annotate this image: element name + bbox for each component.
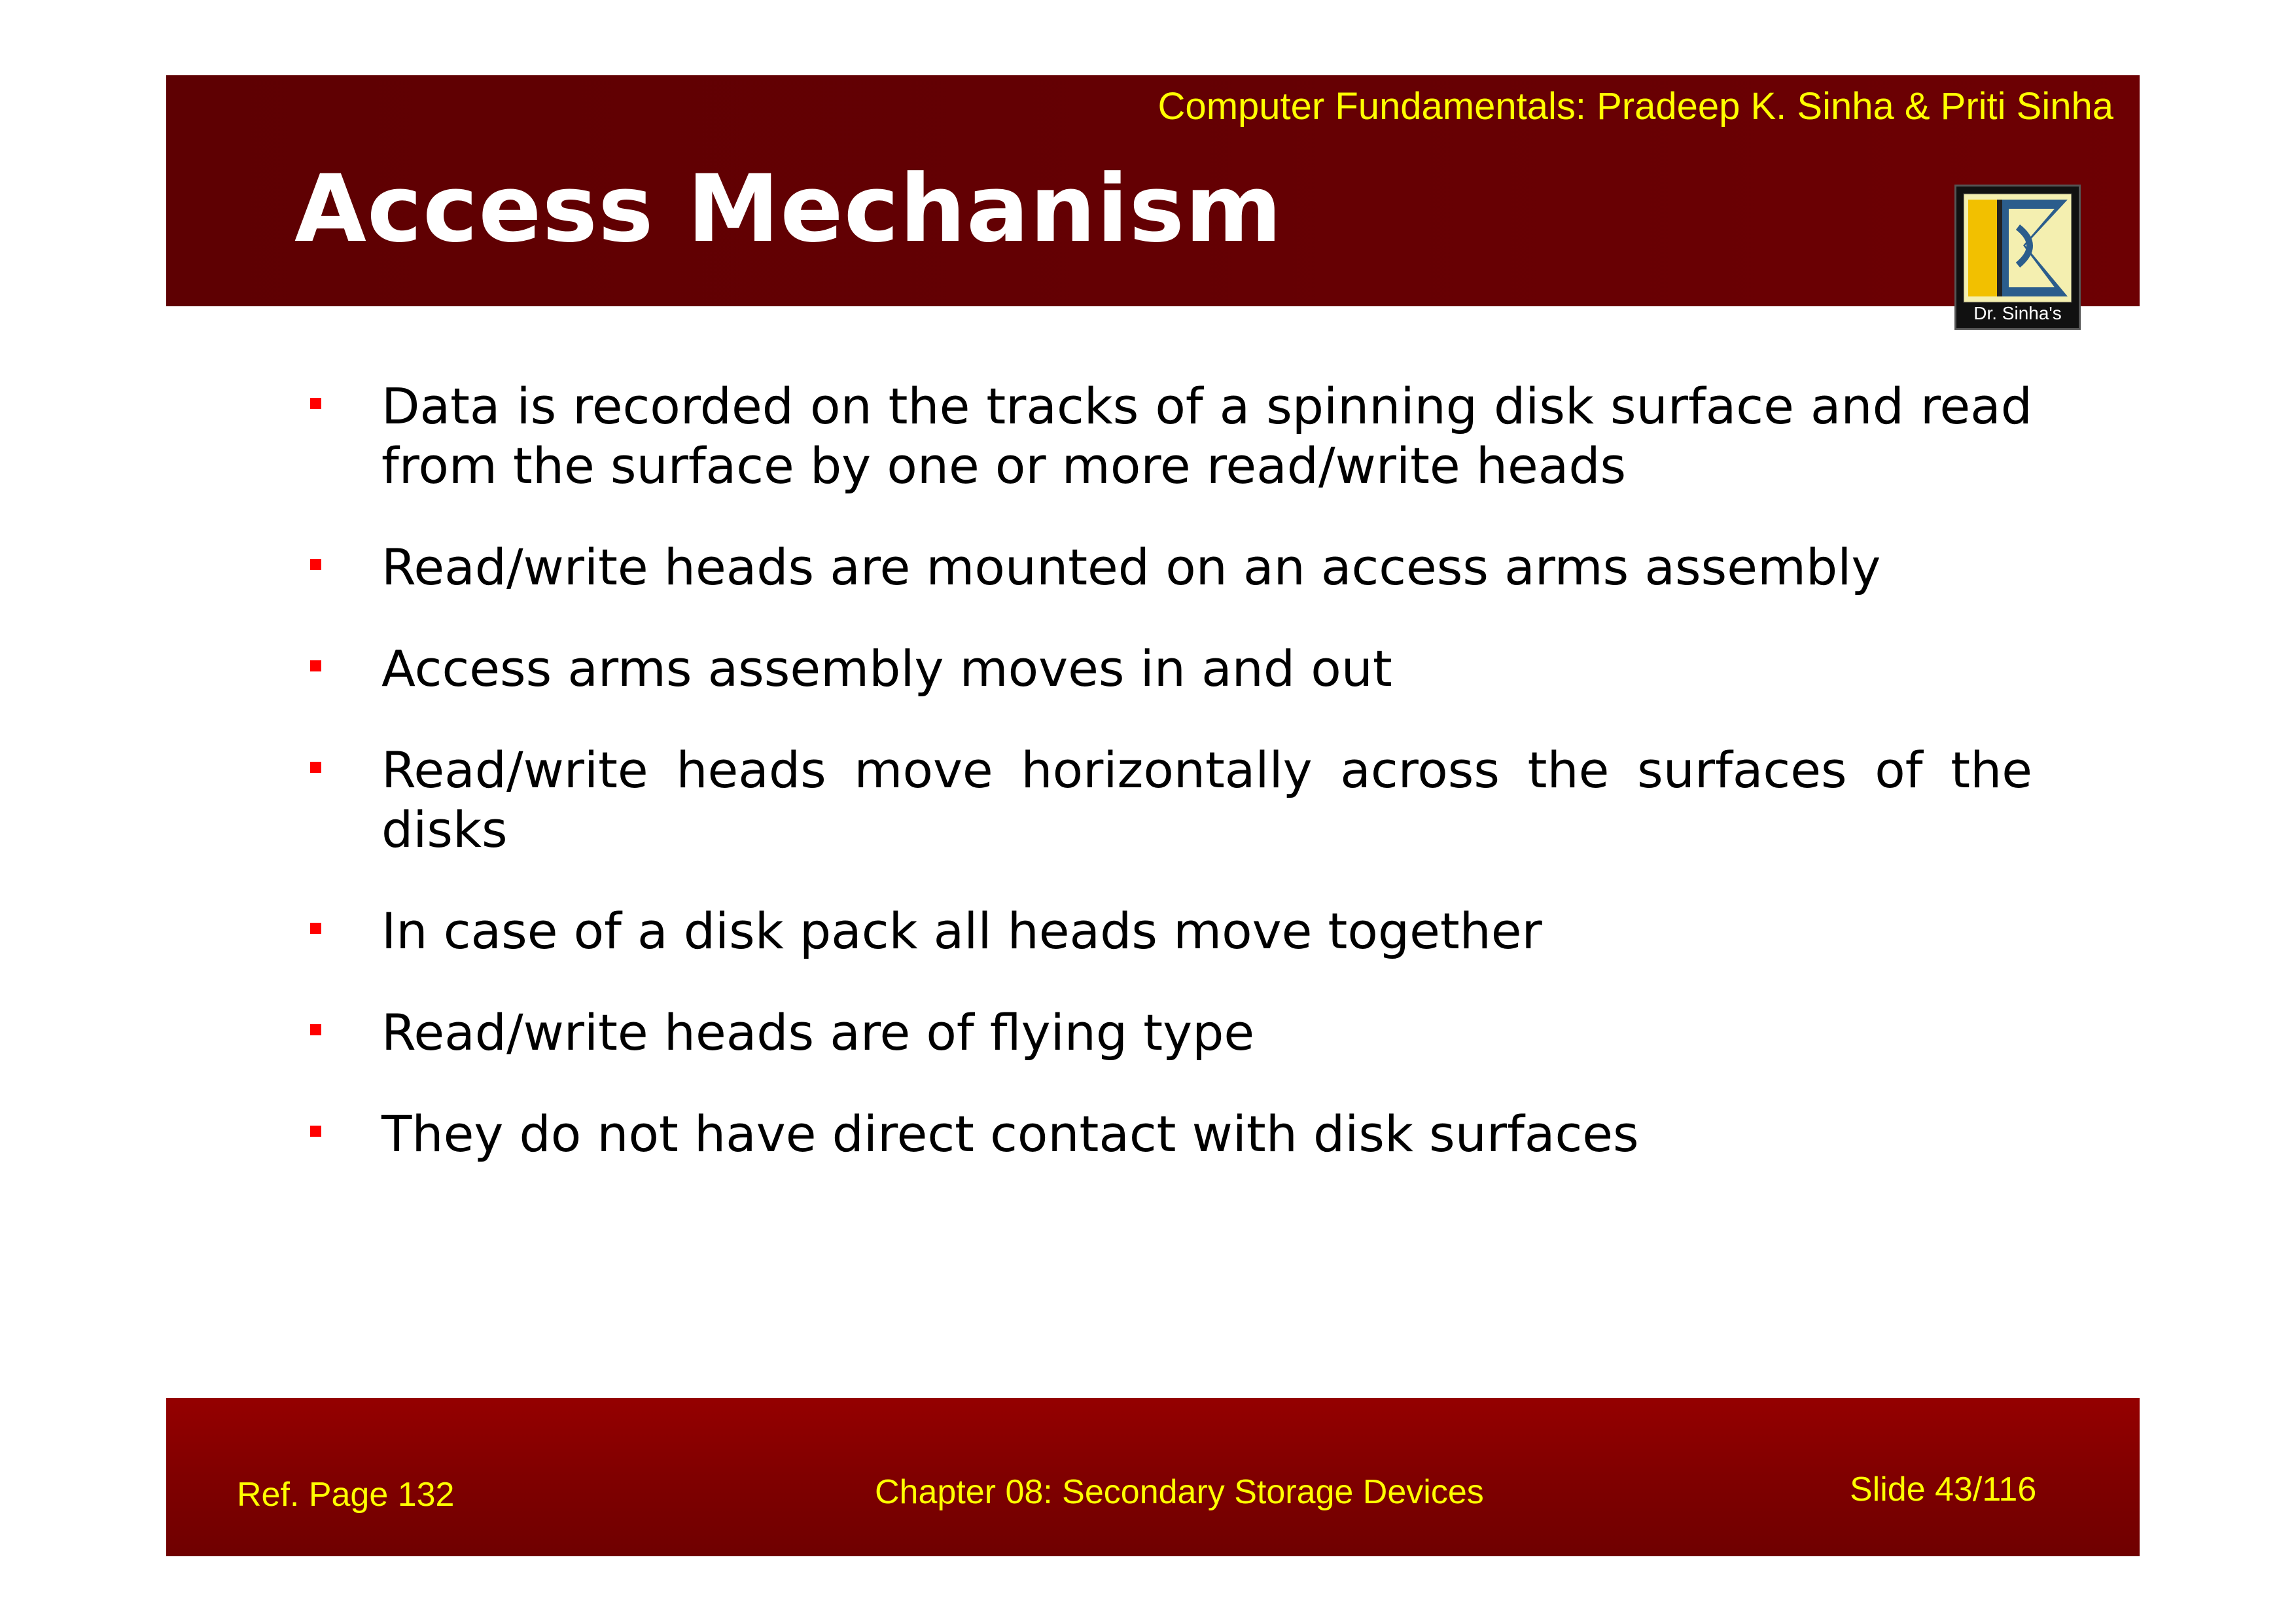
list-item: In case of a disk pack all heads move to… xyxy=(308,901,2032,961)
bullet-square-icon xyxy=(310,398,321,409)
slide-number: Slide 43/116 xyxy=(1850,1471,2037,1508)
bullet-text: They do not have direct contact with dis… xyxy=(381,1105,1639,1163)
footer-band: Ref. Page 132 Chapter 08: Secondary Stor… xyxy=(166,1398,2140,1556)
logo-emblem-icon xyxy=(1963,193,2072,303)
chapter-title: Chapter 08: Secondary Storage Devices xyxy=(875,1473,1484,1511)
list-item: They do not have direct contact with dis… xyxy=(308,1104,2032,1164)
slide-title: Access Mechanism xyxy=(294,155,1282,263)
book-credit: Computer Fundamentals: Pradeep K. Sinha … xyxy=(1157,85,2113,128)
reference-page: Ref. Page 132 xyxy=(237,1476,455,1514)
bullet-list: Data is recorded on the tracks of a spin… xyxy=(308,376,2032,1205)
bullet-text: Data is recorded on the tracks of a spin… xyxy=(381,377,2032,495)
bullet-square-icon xyxy=(310,1024,321,1035)
bullet-square-icon xyxy=(310,559,321,570)
list-item: Access arms assembly moves in and out xyxy=(308,639,2032,698)
bullet-text: Access arms assembly moves in and out xyxy=(381,639,1392,698)
bullet-text: In case of a disk pack all heads move to… xyxy=(381,902,1542,960)
bullet-square-icon xyxy=(310,923,321,934)
list-item: Read/write heads move horizontally acros… xyxy=(308,740,2032,859)
dr-sinha-logo: Dr. Sinha's xyxy=(1954,185,2081,330)
bullet-text: Read/write heads are mounted on an acces… xyxy=(381,538,1881,596)
bullet-square-icon xyxy=(310,1126,321,1137)
bullet-square-icon xyxy=(310,762,321,773)
header-band: Computer Fundamentals: Pradeep K. Sinha … xyxy=(166,75,2140,306)
bullet-text: Read/write heads are of flying type xyxy=(381,1003,1255,1061)
list-item: Read/write heads are of flying type xyxy=(308,1003,2032,1062)
logo-caption: Dr. Sinha's xyxy=(1973,303,2062,323)
bullet-square-icon xyxy=(310,660,321,671)
list-item: Data is recorded on the tracks of a spin… xyxy=(308,376,2032,495)
bullet-text: Read/write heads move horizontally acros… xyxy=(381,741,2032,859)
list-item: Read/write heads are mounted on an acces… xyxy=(308,537,2032,597)
